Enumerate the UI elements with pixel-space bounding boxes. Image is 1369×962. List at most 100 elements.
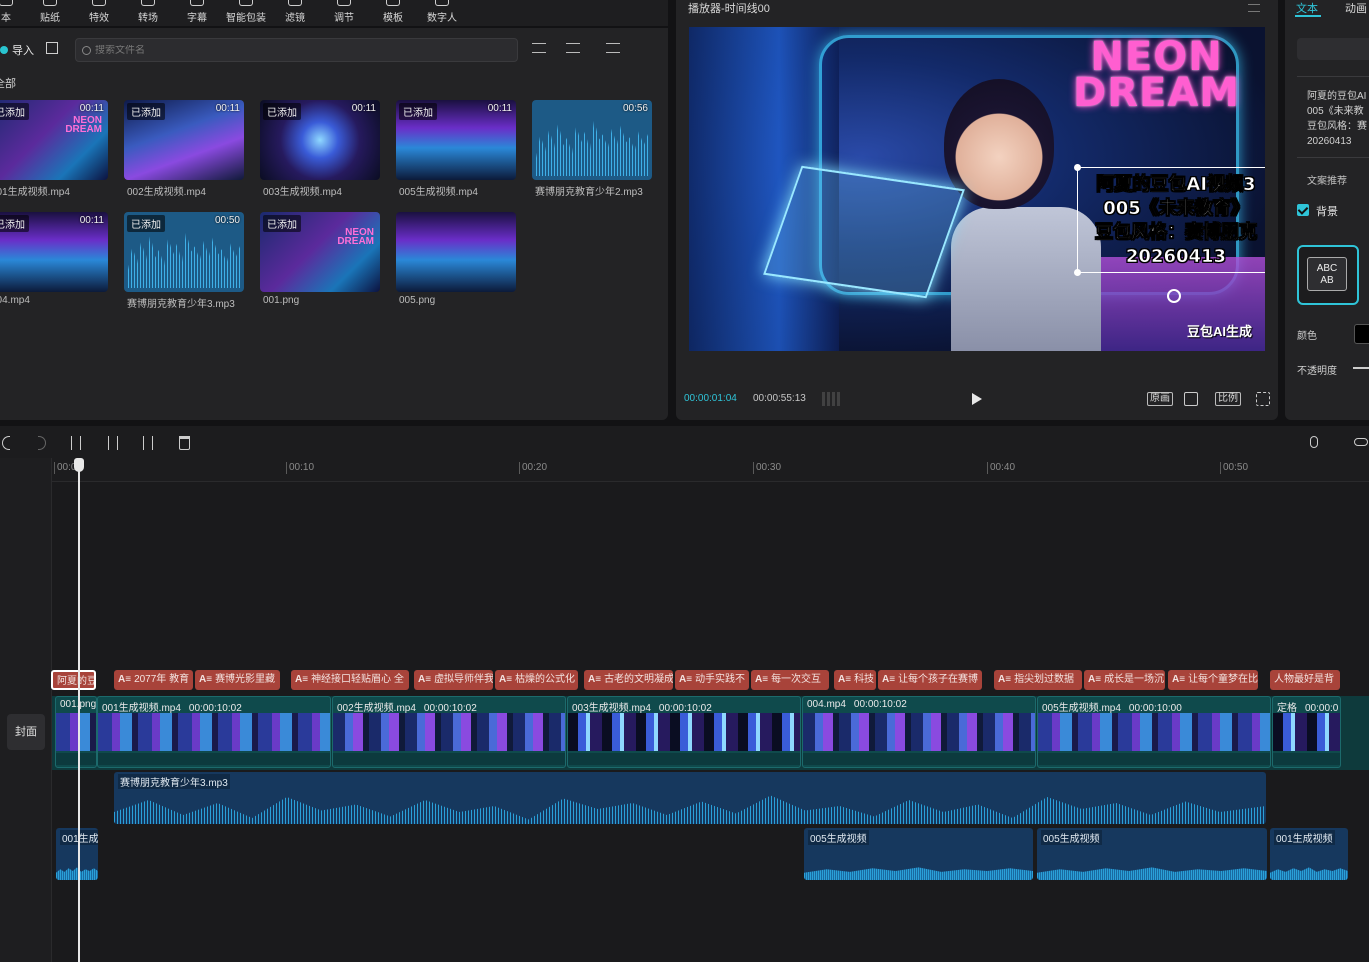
toolbar-sticker[interactable]: 贴纸 [28, 0, 72, 26]
split-left-icon[interactable] [108, 436, 118, 450]
split-icon[interactable] [71, 436, 81, 450]
opacity-slider[interactable] [1353, 367, 1369, 369]
original-quality-button[interactable]: 原画 [1147, 392, 1173, 406]
caption-text[interactable]: 阿夏的豆包AI视频3 005《未来教育》 豆包风格：赛博朋克 20260413 [1081, 173, 1265, 269]
toolbar-transition[interactable]: 转场 [126, 0, 170, 26]
text-clip-icon: A≡ [882, 674, 896, 685]
clip-waveform [568, 753, 800, 765]
grid-icon[interactable] [822, 392, 842, 406]
text-clip[interactable]: A≡ 成长是一场沉 [1084, 670, 1165, 690]
time-ruler[interactable] [52, 458, 1369, 482]
search-input[interactable] [95, 44, 495, 56]
neon-mini-text: NEON DREAM [65, 115, 102, 135]
clip-filmstrip [803, 713, 1035, 751]
link-icon[interactable] [1354, 438, 1368, 446]
text-clip[interactable]: A≡ 神经接口轻贴眉心 全 [291, 670, 409, 690]
text-clip[interactable]: A≡ 动手实践不 [675, 670, 749, 690]
clip-waveform [56, 753, 96, 765]
clip-filmstrip [98, 713, 330, 751]
text-clip[interactable]: A≡ 指尖划过数据 [994, 670, 1082, 690]
preset-input[interactable] [1297, 38, 1369, 60]
toolbar-effects[interactable]: 特效 [77, 0, 121, 26]
ruler-tick: 00:30 [753, 462, 781, 474]
media-item[interactable]: 已添加 00:11 003生成视频.mp4 [260, 100, 380, 198]
grid-view-icon[interactable] [46, 42, 58, 54]
video-clip[interactable]: 005生成视频.mp4 00:00:10:00 [1037, 696, 1271, 768]
media-item[interactable]: 已添加 00:50 赛博朋克教育少年3.mp3 [124, 212, 244, 310]
media-item[interactable]: 005.png [396, 212, 516, 308]
text-clip[interactable]: A≡ 古老的文明凝成 [584, 670, 673, 690]
resize-handle[interactable] [1074, 269, 1081, 276]
video-clip[interactable]: 003生成视频.mp4 00:00:10:02 [567, 696, 801, 768]
text-clip[interactable]: A≡ 赛博光影里藏 [195, 670, 280, 690]
copy-recommend-link[interactable]: 文案推荐 [1307, 172, 1347, 187]
tab-text[interactable]: 文本 [1296, 0, 1318, 16]
background-checkbox[interactable] [1297, 204, 1309, 216]
track-header [0, 458, 52, 962]
clip-filmstrip [333, 713, 565, 751]
text-clip[interactable]: A≡ 枯燥的公式化 [495, 670, 578, 690]
video-clip[interactable]: 002生成视频.mp4 00:00:10:02 [332, 696, 566, 768]
tab-animation[interactable]: 动画 [1345, 0, 1367, 16]
text-clip-icon: A≡ [588, 674, 602, 685]
text-style-preset[interactable]: ABC AB [1297, 245, 1359, 305]
media-item[interactable]: 已添加 00:11 005生成视频.mp4 [396, 100, 516, 198]
rotate-icon[interactable] [1167, 289, 1181, 303]
toolbar-filter[interactable]: 滤镜 [273, 0, 317, 26]
text-clip[interactable]: A≡ 虚拟导师伴我 [414, 670, 493, 690]
text-clip[interactable]: 阿夏的豆 [51, 670, 96, 690]
text-clip[interactable]: A≡ 让每个童梦在比 [1168, 670, 1258, 690]
waveform [128, 231, 240, 288]
menu-icon[interactable] [1248, 4, 1260, 12]
import-button[interactable]: 导入 [0, 41, 34, 59]
microphone-icon[interactable] [1310, 436, 1318, 448]
media-item[interactable]: NEONDREAM 已添加 00:11 001生成视频.mp4 [0, 100, 108, 198]
video-clip[interactable]: 001生成视频.mp4 00:00:10:02 [97, 696, 331, 768]
fit-screen-icon[interactable] [1184, 392, 1198, 406]
playhead-handle[interactable] [74, 458, 84, 472]
delete-icon[interactable] [179, 436, 190, 450]
text-clip[interactable]: A≡ 让每个孩子在赛博 [878, 670, 982, 690]
player-panel: 播放器-时间线00 NEON DREAM 阿夏的豆包AI视频3 005《未来教育… [676, 0, 1278, 420]
audio-clip[interactable]: 005生成视频 [804, 828, 1033, 880]
split-right-icon[interactable] [143, 436, 153, 450]
resize-handle[interactable] [1074, 164, 1081, 171]
media-item[interactable]: 00:56 赛博朋克教育少年2.mp3 [532, 100, 652, 198]
audio-waveform [1037, 867, 1267, 880]
text-clip[interactable]: A≡ 科技 [834, 670, 876, 690]
toolbar-template[interactable]: 模板 [371, 0, 415, 26]
video-clip[interactable]: 001.png [55, 696, 97, 768]
ratio-button[interactable]: 比例 [1215, 392, 1241, 406]
music-clip[interactable]: 赛博朋克教育少年3.mp3 [114, 772, 1266, 824]
fullscreen-icon[interactable] [1256, 392, 1270, 406]
preview-canvas[interactable]: NEON DREAM 阿夏的豆包AI视频3 005《未来教育》 豆包风格：赛博朋… [689, 27, 1265, 351]
audio-clip[interactable]: 005生成视频 [1037, 828, 1267, 880]
text-clip[interactable]: 人物最好是背 [1270, 670, 1340, 690]
toolbar-adjust[interactable]: 调节 [322, 0, 366, 26]
filter-icon[interactable] [606, 43, 620, 53]
audio-clip[interactable]: 001生成视频 [1270, 828, 1348, 880]
toolbar-digital-human[interactable]: 数字人 [420, 0, 464, 26]
text-clip-icon: A≡ [499, 674, 513, 685]
media-item[interactable]: NEON DREAM 已添加 001.png [260, 212, 380, 308]
category-all[interactable]: 全部 [0, 75, 16, 91]
media-item[interactable]: 已添加 00:11 002生成视频.mp4 [124, 100, 244, 198]
media-item[interactable]: 已添加 00:11 004.mp4 [0, 212, 108, 308]
cover-button[interactable]: 封面 [7, 714, 45, 750]
playhead[interactable] [78, 468, 80, 962]
play-button[interactable] [972, 393, 982, 405]
video-clip[interactable]: 004.mp4 00:00:10:02 [802, 696, 1036, 768]
text-clip[interactable]: A≡ 每一次交互 [751, 670, 829, 690]
text-clip[interactable]: A≡ 2077年 教育 [114, 670, 193, 690]
toolbar-text[interactable]: 本 [0, 0, 28, 26]
undo-icon[interactable] [2, 436, 10, 450]
sort-icon[interactable] [566, 43, 580, 53]
view-mode-icon[interactable] [532, 43, 546, 53]
toolbar-subtitle[interactable]: 字幕 [175, 0, 219, 26]
search-box[interactable] [75, 38, 518, 62]
color-swatch[interactable] [1354, 324, 1369, 344]
toolbar-smart-package[interactable]: 智能包装 [224, 0, 268, 26]
text-content-field[interactable]: 阿夏的豆包AI 005《未来教 豆包风格：赛 20260413 [1297, 76, 1369, 158]
video-clip[interactable]: 定格 00:00:0 [1272, 696, 1341, 768]
audio-clip[interactable]: 001生成 [56, 828, 98, 880]
